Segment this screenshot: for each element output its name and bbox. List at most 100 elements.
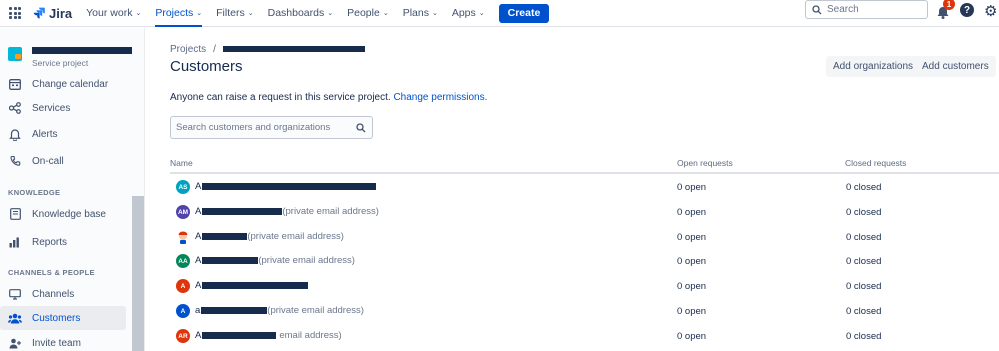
sidebar: Service project Change calendar Services… <box>0 28 145 351</box>
chevron-down-icon: ⌄ <box>327 10 334 17</box>
customer-name-initial: A <box>195 206 202 217</box>
customer-name[interactable]: A email address) <box>195 330 342 341</box>
project-avatar <box>8 47 22 61</box>
table-row[interactable]: AA A (private email address) 0 open 0 cl… <box>170 250 999 275</box>
chevron-down-icon: ⌄ <box>431 10 438 17</box>
table-row[interactable]: AS A 0 open 0 closed <box>170 176 999 201</box>
column-header-open-requests[interactable]: Open requests <box>677 158 733 168</box>
sidebar-scrollbar[interactable] <box>132 196 144 351</box>
customer-name-initial: A <box>195 280 202 291</box>
add-person-icon <box>8 336 22 350</box>
create-button[interactable]: Create <box>498 3 550 23</box>
breadcrumb: Projects / <box>170 44 365 55</box>
chevron-down-icon: ⌄ <box>247 10 254 17</box>
sidebar-item-alerts[interactable]: Alerts <box>0 122 126 146</box>
nav-dashboards[interactable]: Dashboards ⌄ <box>268 0 334 27</box>
chevron-down-icon: ⌄ <box>135 10 142 17</box>
breadcrumb-separator: / <box>213 44 216 55</box>
permission-description: Anyone can raise a request in this servi… <box>170 92 487 103</box>
customer-email: email address) <box>279 330 342 341</box>
customer-name[interactable]: A (private email address) <box>195 231 344 242</box>
nav-your-work[interactable]: Your work ⌄ <box>86 0 141 27</box>
book-icon <box>8 207 22 221</box>
customer-name[interactable]: A <box>195 181 377 192</box>
sidebar-item-invite-team[interactable]: Invite team <box>0 331 126 351</box>
sidebar-item-label: Knowledge base <box>32 208 106 220</box>
nav-plans[interactable]: Plans ⌄ <box>403 0 438 27</box>
redacted-text <box>202 233 248 240</box>
table-row[interactable]: AR A email address) 0 open 0 closed <box>170 325 999 350</box>
jira-logo[interactable]: Jira <box>33 6 72 21</box>
character-avatar-icon <box>178 231 188 244</box>
jira-logo-icon <box>33 7 45 19</box>
calendar-icon <box>8 77 22 91</box>
avatar: AR <box>176 329 190 343</box>
sidebar-item-label: On-call <box>32 155 64 167</box>
notification-count-badge: 1 <box>943 0 955 10</box>
nav-apps[interactable]: Apps ⌄ <box>452 0 485 27</box>
customer-name[interactable]: A (private email address) <box>195 206 379 217</box>
redacted-text <box>202 208 283 215</box>
redacted-text <box>202 282 309 289</box>
breadcrumb-project-redacted[interactable] <box>222 45 365 52</box>
table-row[interactable]: AM A (private email address) 0 open 0 cl… <box>170 201 999 226</box>
sidebar-item-on-call[interactable]: On-call <box>0 149 126 173</box>
search-icon <box>356 123 366 133</box>
sidebar-item-label: Reports <box>32 236 68 248</box>
redacted-text <box>202 332 277 339</box>
open-requests: 0 open <box>677 331 707 342</box>
table-header-divider <box>170 172 999 174</box>
sidebar-item-label: Invite team <box>32 337 81 349</box>
table-row[interactable]: A a (private email address) 0 open 0 clo… <box>170 300 999 325</box>
add-organizations-button[interactable]: Add organizations <box>826 56 921 77</box>
sidebar-item-reports[interactable]: Reports <box>0 230 126 254</box>
sidebar-item-knowledge-base[interactable]: Knowledge base <box>0 202 126 226</box>
sidebar-item-change-calendar[interactable]: Change calendar <box>0 72 126 96</box>
project-header[interactable]: Service project <box>8 47 132 68</box>
customer-name-initial: A <box>195 330 202 341</box>
customer-name-initial: a <box>195 305 201 316</box>
sidebar-item-label: Alerts <box>32 128 58 140</box>
chevron-down-icon: ⌄ <box>478 10 485 17</box>
search-icon <box>812 4 822 14</box>
avatar: AS <box>176 180 190 194</box>
page-title: Customers <box>170 58 243 75</box>
closed-requests: 0 closed <box>846 207 882 218</box>
nav-projects[interactable]: Projects ⌄ <box>155 0 202 27</box>
sidebar-item-channels[interactable]: Channels <box>0 282 126 306</box>
search-placeholder: Search <box>827 4 859 15</box>
customer-name-initial: A <box>195 231 202 242</box>
chevron-down-icon: ⌄ <box>382 10 389 17</box>
nav-people[interactable]: People ⌄ <box>347 0 389 27</box>
customer-name[interactable]: A <box>195 280 309 291</box>
avatar: AM <box>176 205 190 219</box>
column-header-name[interactable]: Name <box>170 158 193 168</box>
settings-gear-icon[interactable]: ⚙ <box>984 2 997 20</box>
breadcrumb-projects[interactable]: Projects <box>170 44 206 55</box>
sidebar-item-label: Services <box>32 102 71 114</box>
global-search-input[interactable]: Search <box>805 0 928 19</box>
closed-requests: 0 closed <box>846 256 882 267</box>
customer-email: (private email address) <box>267 305 364 316</box>
table-row[interactable]: A (private email address) 0 open 0 close… <box>170 226 999 251</box>
sidebar-item-label: Channels <box>32 288 75 300</box>
customer-search-input[interactable]: Search customers and organizations <box>170 116 373 139</box>
redacted-text <box>202 183 377 190</box>
avatar: AA <box>176 254 190 268</box>
sidebar-item-services[interactable]: Services <box>0 96 126 120</box>
customer-name[interactable]: a (private email address) <box>195 305 364 316</box>
add-customers-button[interactable]: Add customers <box>915 56 996 77</box>
sidebar-item-customers[interactable]: Customers <box>0 306 126 330</box>
help-icon[interactable]: ? <box>960 3 974 17</box>
column-header-closed-requests[interactable]: Closed requests <box>845 158 906 168</box>
change-permissions-link[interactable]: Change permissions. <box>393 92 487 103</box>
nav-filters[interactable]: Filters ⌄ <box>216 0 253 27</box>
nav-label: Dashboards <box>267 7 325 19</box>
customer-name[interactable]: A (private email address) <box>195 255 355 266</box>
nav-label: Projects <box>155 7 194 19</box>
table-row[interactable]: A A 0 open 0 closed <box>170 275 999 300</box>
closed-requests: 0 closed <box>846 232 882 243</box>
bell-icon <box>8 127 22 141</box>
app-switcher-icon[interactable] <box>9 7 21 19</box>
nav-label: Your work <box>86 7 133 19</box>
